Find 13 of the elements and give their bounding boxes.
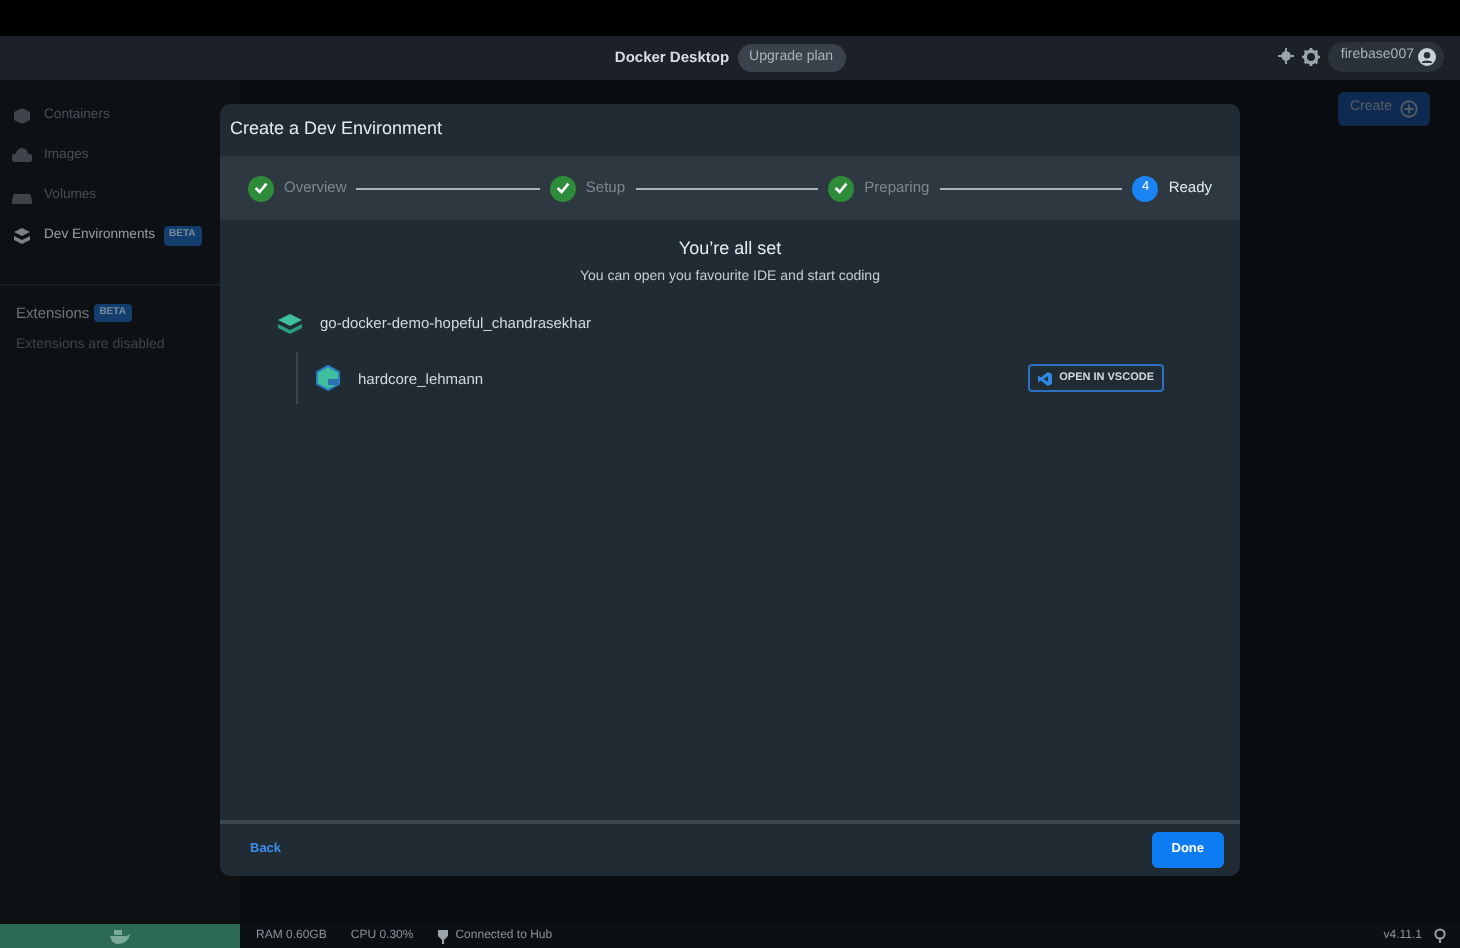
plug-icon: [437, 929, 448, 943]
vscode-icon: [1037, 371, 1052, 386]
stack-icon: [276, 312, 304, 336]
whale-icon: [110, 929, 130, 943]
lightbulb-icon[interactable]: [1434, 928, 1448, 944]
dialog-title: Create a Dev Environment: [230, 116, 443, 143]
cloud-icon: [12, 146, 32, 166]
container-icon: [314, 364, 342, 393]
settings-icon[interactable]: [1302, 47, 1321, 66]
avatar-icon: [1418, 47, 1436, 66]
heading: You’re all set: [676, 236, 784, 262]
stack-icon: [12, 226, 32, 246]
box-icon: [12, 106, 32, 126]
